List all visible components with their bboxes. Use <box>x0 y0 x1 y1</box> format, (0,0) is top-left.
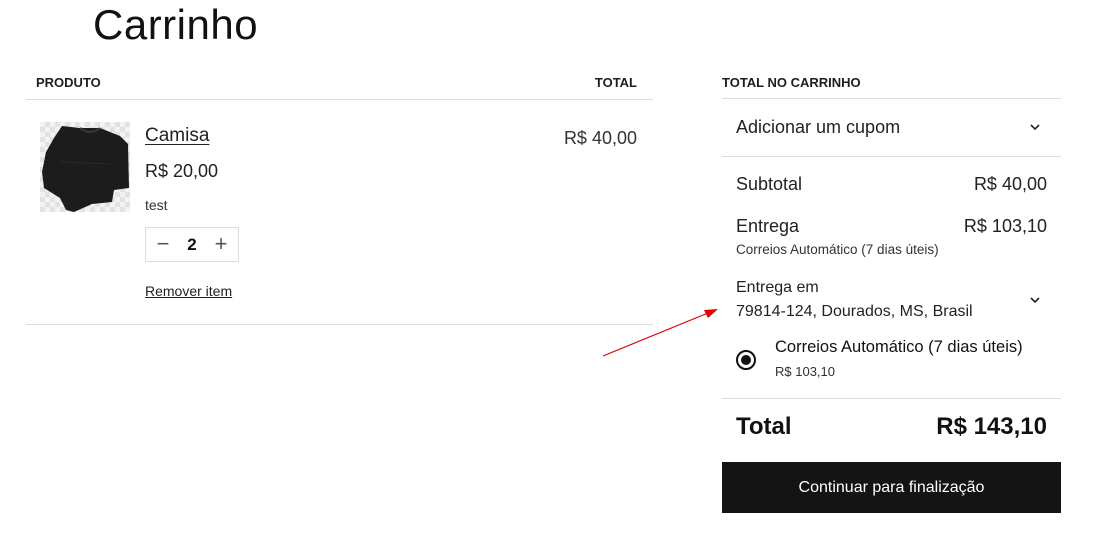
column-header-total: TOTAL <box>594 75 637 90</box>
quantity-value[interactable]: 2 <box>176 228 208 261</box>
quantity-decrease-button[interactable]: − <box>148 228 178 261</box>
chevron-down-icon[interactable] <box>1029 296 1041 304</box>
remove-item-link[interactable]: Remover item <box>145 283 232 299</box>
column-header-product: PRODUTO <box>36 75 101 90</box>
shipping-value: R$ 103,10 <box>963 216 1047 236</box>
product-thumbnail[interactable] <box>40 122 130 212</box>
shipping-option-price: R$ 103,10 <box>775 364 835 379</box>
shipping-option-label: Correios Automático (7 dias úteis) <box>775 338 1023 356</box>
product-meta: test <box>145 197 168 213</box>
tshirt-icon <box>42 126 129 212</box>
total-row: Total R$ 143,10 <box>736 413 1047 441</box>
shipping-method-text: Correios Automático (7 dias úteis) <box>736 242 939 257</box>
cart-table: PRODUTO TOTAL Camisa R$ 20,00 test − 2 +… <box>26 70 653 325</box>
page-title: Carrinho <box>93 1 259 48</box>
cart-item-row: Camisa R$ 20,00 test − 2 + Remover item … <box>26 100 653 325</box>
ship-to-label: Entrega em <box>736 279 819 296</box>
coupon-label: Adicionar um cupom <box>736 117 901 137</box>
product-line-total: R$ 40,00 <box>563 128 637 148</box>
shipping-option-radio[interactable] <box>736 350 756 370</box>
quantity-stepper: − 2 + <box>145 227 239 262</box>
divider <box>722 398 1061 399</box>
subtotal-value: R$ 40,00 <box>973 174 1047 194</box>
ship-to-address: 79814-124, Dourados, MS, Brasil <box>736 303 973 320</box>
total-value: R$ 143,10 <box>936 413 1047 440</box>
cart-totals-heading: TOTAL NO CARRINHO <box>722 70 1061 99</box>
checkout-button[interactable]: Continuar para finalização <box>722 462 1061 513</box>
shipping-label: Entrega <box>736 216 800 236</box>
cart-table-header: PRODUTO TOTAL <box>26 70 653 100</box>
shipping-option-correios[interactable]: Correios Automático (7 dias úteis) R$ 10… <box>736 338 1047 388</box>
ship-to-toggle[interactable]: Entrega em 79814-124, Dourados, MS, Bras… <box>736 276 973 324</box>
total-label: Total <box>736 413 792 440</box>
coupon-toggle[interactable]: Adicionar um cupom <box>722 99 1061 157</box>
shipping-row: Entrega R$ 103,10 <box>736 216 1047 237</box>
quantity-increase-button[interactable]: + <box>206 228 236 261</box>
cart-totals-panel: TOTAL NO CARRINHO Adicionar um cupom Sub… <box>722 70 1061 513</box>
chevron-down-icon <box>1030 124 1040 131</box>
subtotal-row: Subtotal R$ 40,00 <box>736 174 1047 195</box>
product-unit-price: R$ 20,00 <box>145 161 219 181</box>
product-name-link[interactable]: Camisa <box>145 125 209 147</box>
subtotal-label: Subtotal <box>736 174 803 194</box>
